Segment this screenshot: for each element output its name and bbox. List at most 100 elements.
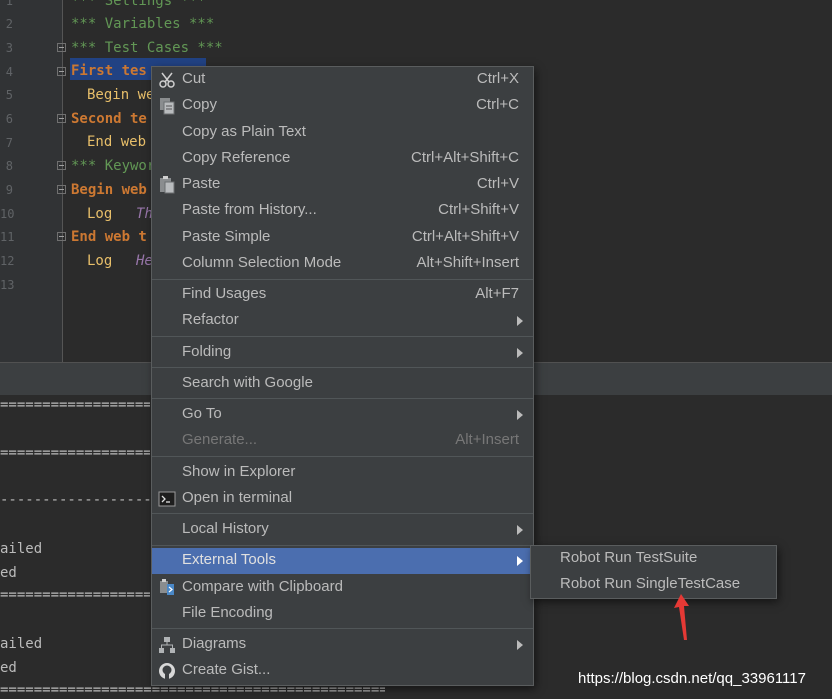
menu-item-copy-as-plain-text[interactable]: Copy as Plain Text [152, 120, 533, 146]
scissors-icon [159, 72, 175, 88]
fold-toggle-icon[interactable] [57, 67, 66, 76]
menu-item-label: Refactor [182, 311, 239, 328]
code-line: *** Keywor [71, 158, 156, 174]
fold-toggle-icon[interactable] [57, 185, 66, 194]
menu-item-create-gist[interactable]: Create Gist... [152, 658, 533, 684]
menu-item-external-tools[interactable]: External Tools [152, 548, 533, 574]
submenu-item-label: Robot Run TestSuite [560, 549, 698, 566]
line-number: 2 [5, 17, 13, 31]
menu-item-label: Open in terminal [182, 489, 293, 506]
watermark: https://blog.csdn.net/qq_33961117 [578, 670, 806, 687]
menu-item-label: Copy Reference [182, 149, 291, 166]
menu-item-shortcut: Ctrl+C [476, 96, 519, 113]
editor-context-menu: Cut Ctrl+X Copy Ctrl+C Copy as Plain Tex… [151, 66, 534, 686]
fold-toggle-icon[interactable] [57, 161, 66, 170]
menu-item-label: Folding [182, 343, 232, 360]
menu-item-paste[interactable]: Paste Ctrl+V [152, 172, 533, 198]
menu-item-label: Show in Explorer [182, 463, 296, 480]
menu-item-find-usages[interactable]: Find Usages Alt+F7 [152, 282, 533, 308]
menu-separator [152, 456, 533, 457]
menu-separator [152, 545, 533, 546]
menu-item-file-encoding[interactable]: File Encoding [152, 601, 533, 627]
code-line: *** Variables *** [71, 16, 215, 32]
menu-item-label: File Encoding [182, 604, 273, 621]
menu-item-label: Create Gist... [182, 661, 271, 678]
fold-toggle-icon[interactable] [57, 43, 66, 52]
line-number: 5 [5, 88, 13, 102]
menu-separator [152, 628, 533, 629]
menu-item-label: Column Selection Mode [182, 254, 342, 271]
menu-item-label: Search with Google [182, 374, 313, 391]
console-line: ailed [0, 636, 43, 652]
menu-item-paste-from-history[interactable]: Paste from History... Ctrl+Shift+V [152, 198, 533, 224]
menu-item-shortcut: Alt+Insert [455, 431, 519, 448]
code-line: First tes [71, 63, 147, 79]
submenu-arrow-icon [517, 316, 523, 326]
line-number: 10 [0, 207, 15, 221]
code-line: Begin web [71, 182, 147, 198]
line-number: 6 [5, 112, 13, 126]
console-line: -------------------------- [0, 492, 150, 508]
line-number: 12 [0, 254, 15, 268]
submenu-item-label: Robot Run SingleTestCase [560, 575, 741, 592]
menu-item-refactor[interactable]: Refactor [152, 308, 533, 334]
line-number: 11 [0, 230, 15, 244]
fold-toggle-icon[interactable] [57, 232, 66, 241]
submenu-item-robot-run-testsuite[interactable]: Robot Run TestSuite [531, 546, 776, 572]
menu-item-column-selection-mode[interactable]: Column Selection Mode Alt+Shift+Insert [152, 251, 533, 277]
menu-item-label: Compare with Clipboard [182, 578, 343, 595]
menu-item-go-to[interactable]: Go To [152, 402, 533, 428]
terminal-icon [158, 491, 176, 507]
code-line: *** Settings *** [71, 0, 206, 9]
menu-item-shortcut: Alt+Shift+Insert [416, 254, 519, 271]
menu-item-show-in-explorer[interactable]: Show in Explorer [152, 460, 533, 486]
menu-item-local-history[interactable]: Local History [152, 517, 533, 543]
diagram-icon [159, 637, 175, 653]
menu-item-label: Copy [182, 96, 218, 113]
menu-item-label: Paste [182, 175, 221, 192]
menu-item-label: Cut [182, 70, 206, 87]
console-line: ed [0, 660, 17, 676]
code-line: Begin we [87, 87, 155, 103]
menu-separator [152, 398, 533, 399]
menu-item-generate: Generate... Alt+Insert [152, 428, 533, 454]
code-line: *** Test Cases *** [71, 40, 223, 56]
line-number: 4 [5, 65, 13, 79]
submenu-item-robot-run-singletestcase[interactable]: Robot Run SingleTestCase [531, 572, 776, 598]
submenu-arrow-icon [517, 348, 523, 358]
menu-item-compare-with-clipboard[interactable]: Compare with Clipboard [152, 575, 533, 601]
code-line: Log [87, 253, 113, 269]
line-number: 8 [5, 159, 13, 173]
menu-item-folding[interactable]: Folding [152, 340, 533, 366]
menu-item-copy[interactable]: Copy Ctrl+C [152, 93, 533, 119]
menu-item-label: External Tools [182, 551, 276, 568]
menu-item-open-in-terminal[interactable]: Open in terminal [152, 486, 533, 512]
external-tools-submenu: Robot Run TestSuite Robot Run SingleTest… [530, 545, 777, 599]
code-line: End web [87, 134, 147, 150]
menu-item-cut[interactable]: Cut Ctrl+X [152, 67, 533, 93]
code-line: Log [87, 206, 113, 222]
console-line: ed [0, 565, 17, 581]
submenu-arrow-icon [517, 525, 523, 535]
menu-item-diagrams[interactable]: Diagrams [152, 632, 533, 658]
console-line: ========================== [0, 445, 150, 461]
line-number: 13 [0, 278, 15, 292]
menu-item-copy-reference[interactable]: Copy Reference Ctrl+Alt+Shift+C [152, 146, 533, 172]
menu-item-shortcut: Ctrl+Shift+V [438, 201, 519, 218]
menu-item-shortcut: Ctrl+Alt+Shift+V [411, 228, 519, 245]
menu-item-paste-simple[interactable]: Paste Simple Ctrl+Alt+Shift+V [152, 225, 533, 251]
paste-icon [160, 176, 175, 194]
menu-item-shortcut: Alt+F7 [475, 285, 519, 302]
fold-toggle-icon[interactable] [57, 114, 66, 123]
github-icon [159, 663, 175, 679]
menu-item-label: Find Usages [182, 285, 267, 302]
line-number: 1 [5, 0, 13, 8]
copy-icon [160, 98, 175, 115]
menu-separator [152, 336, 533, 337]
menu-item-search-with-google[interactable]: Search with Google [152, 371, 533, 397]
menu-item-label: Go To [182, 405, 222, 422]
console-line: ailed [0, 541, 43, 557]
code-line: Second te [71, 111, 147, 127]
submenu-arrow-icon [517, 410, 523, 420]
menu-item-shortcut: Ctrl+V [476, 175, 519, 192]
